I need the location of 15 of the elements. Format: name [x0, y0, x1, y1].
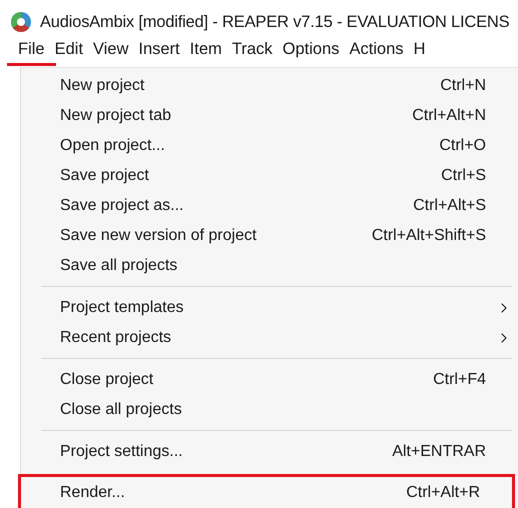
menu-item[interactable]: Save project Ctrl+S [21, 161, 518, 191]
menu-item[interactable]: Close project Ctrl+F4 [21, 365, 518, 395]
menu-item[interactable]: Recent projects [21, 323, 518, 353]
window-title: AudiosAmbix [modified] - REAPER v7.15 - EVALUATION LICENS [40, 12, 510, 32]
menu-item[interactable]: Save project as... Ctrl+Alt+S [21, 191, 518, 221]
menu-item[interactable]: Save all projects [21, 251, 518, 281]
menu-item[interactable]: Save new version of project Ctrl+Alt+Shift+S [21, 221, 518, 251]
menu-item[interactable]: Project templates [21, 293, 518, 323]
app-logo-icon [10, 11, 32, 34]
menu-item[interactable]: Project settings... Alt+ENTRAR [21, 437, 518, 467]
menu-item[interactable]: Close all projects [21, 395, 518, 425]
menu-item[interactable]: New project Ctrl+N [21, 71, 518, 101]
menu-item[interactable]: New project tab Ctrl+Alt+N [21, 101, 518, 131]
menu-item[interactable]: Render... Ctrl+Alt+R [18, 474, 515, 508]
menu-item[interactable]: Open project... Ctrl+O [21, 131, 518, 161]
